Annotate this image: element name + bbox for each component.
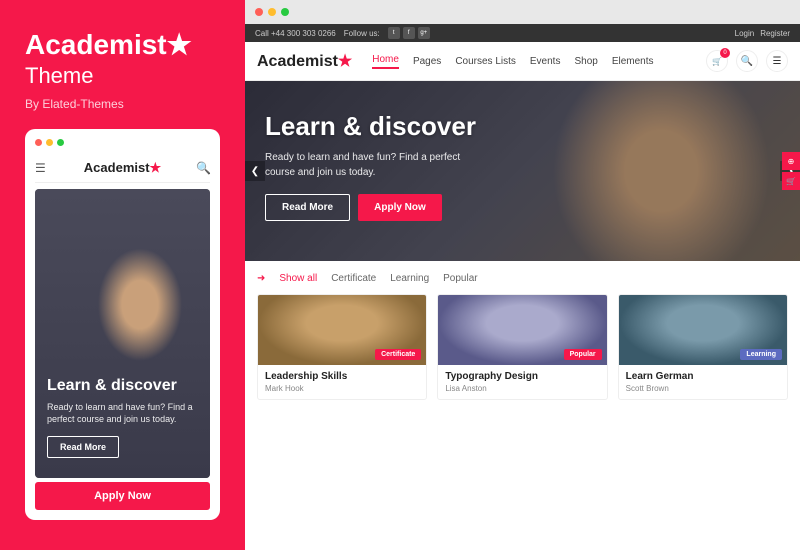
hero-title: Learn & discover [265,111,780,142]
browser-dot-red [255,8,263,16]
mobile-dot-red [35,139,42,146]
top-bar-right: Login Register [735,29,790,38]
course-badge-certificate: Certificate [375,349,421,360]
register-link[interactable]: Register [760,29,790,38]
googleplus-icon[interactable]: g+ [418,27,430,39]
side-icon-2[interactable]: 🛒 [782,172,800,190]
website: Call +44 300 303 0266 Follow us: t f g+ … [245,24,800,550]
mobile-nav: ☰ Academist★ 🔍 [35,154,210,183]
hero-side-icons: ⊕ 🛒 [782,152,800,190]
read-more-button[interactable]: Read More [265,194,350,221]
top-bar-left: Call +44 300 303 0266 Follow us: t f g+ [255,27,430,39]
mobile-menu-icon[interactable]: ☰ [35,161,49,175]
mobile-hero-title: Learn & discover [47,377,198,395]
filter-show-all[interactable]: Show all [279,273,317,284]
left-panel: Academist★ Theme By Elated-Themes ☰ Acad… [0,0,245,550]
cart-badge-count: 0 [720,48,730,58]
nav-link-events[interactable]: Events [530,56,561,67]
facebook-icon[interactable]: f [403,27,415,39]
filter-popular[interactable]: Popular [443,273,477,284]
brand-star: ★ [167,29,192,60]
courses-section: ➜ Show all Certificate Learning Popular … [245,261,800,550]
top-bar: Call +44 300 303 0266 Follow us: t f g+ … [245,24,800,42]
nav-link-pages[interactable]: Pages [413,56,441,67]
hero-buttons: Read More Apply Now [265,194,780,221]
brand-by: By Elated-Themes [25,97,220,111]
course-name-1: Leadership Skills [265,371,419,382]
nav-link-home[interactable]: Home [372,54,399,69]
mobile-dot-green [57,139,64,146]
nav-logo: Academist★ [257,51,352,71]
hero-section: ❮ Learn & discover Ready to learn and ha… [245,81,800,261]
course-name-2: Typography Design [445,371,599,382]
login-link[interactable]: Login [735,29,755,38]
course-card-2: Popular Typography Design Lisa Anston [437,294,607,400]
nav-links: Home Pages Courses Lists Events Shop Ele… [372,54,706,69]
course-info-2: Typography Design Lisa Anston [438,365,606,399]
course-thumb-2: Popular [438,295,606,365]
hero-text: Ready to learn and have fun? Find a perf… [265,150,485,180]
mobile-dot-yellow [46,139,53,146]
nav-link-shop[interactable]: Shop [574,56,597,67]
course-name-3: Learn German [626,371,780,382]
course-info-1: Leadership Skills Mark Hook [258,365,426,399]
brand-title: Academist★ [25,30,220,61]
main-nav: Academist★ Home Pages Courses Lists Even… [245,42,800,81]
mobile-hero: Learn & discover Ready to learn and have… [35,189,210,478]
slider-prev-button[interactable]: ❮ [245,161,265,181]
course-thumb-1: Certificate [258,295,426,365]
cart-icon[interactable]: 🛒 0 [706,50,728,72]
nav-link-courses[interactable]: Courses Lists [455,56,516,67]
browser-dot-green [281,8,289,16]
apply-now-button[interactable]: Apply Now [358,194,442,221]
nav-right: 🛒 0 🔍 ☰ [706,50,788,72]
social-icons: t f g+ [388,27,430,39]
right-panel: Call +44 300 303 0266 Follow us: t f g+ … [245,0,800,550]
mobile-apply-now-button[interactable]: Apply Now [35,482,210,510]
brand-subtitle: Theme [25,63,220,89]
mobile-logo-star: ★ [150,160,162,175]
search-icon[interactable]: 🔍 [736,50,758,72]
course-card-1: Certificate Leadership Skills Mark Hook [257,294,427,400]
browser-dot-yellow [268,8,276,16]
course-badge-learning: Learning [740,349,782,360]
filter-learning[interactable]: Learning [390,273,429,284]
mobile-mockup: ☰ Academist★ 🔍 Learn & discover Ready to… [25,129,220,520]
browser-chrome [245,0,800,24]
courses-filter: ➜ Show all Certificate Learning Popular [257,273,788,284]
mobile-search-icon[interactable]: 🔍 [196,161,210,175]
mobile-hero-content: Learn & discover Ready to learn and have… [47,377,198,466]
side-icon-1[interactable]: ⊕ [782,152,800,170]
hero-content: Learn & discover Ready to learn and have… [245,81,800,251]
nav-logo-star: ★ [338,53,352,70]
mobile-read-more-button[interactable]: Read More [47,436,119,458]
course-thumb-3: Learning [619,295,787,365]
brand-block: Academist★ Theme By Elated-Themes [25,30,220,111]
follow-text: Follow us: [344,29,380,38]
course-badge-popular: Popular [564,349,602,360]
menu-icon[interactable]: ☰ [766,50,788,72]
course-author-1: Mark Hook [265,384,419,393]
filter-certificate[interactable]: Certificate [331,273,376,284]
phone-text: Call +44 300 303 0266 [255,29,336,38]
mobile-browser-dots [35,139,210,146]
courses-grid: Certificate Leadership Skills Mark Hook … [257,294,788,400]
mobile-hero-text: Ready to learn and have fun? Find a perf… [47,401,198,426]
course-author-3: Scott Brown [626,384,780,393]
twitter-icon[interactable]: t [388,27,400,39]
course-card-3: Learning Learn German Scott Brown [618,294,788,400]
filter-arrow-icon: ➜ [257,273,265,284]
brand-name-text: Academist [25,29,167,60]
nav-link-elements[interactable]: Elements [612,56,654,67]
course-author-2: Lisa Anston [445,384,599,393]
mobile-nav-logo: Academist★ [84,160,161,176]
course-info-3: Learn German Scott Brown [619,365,787,399]
